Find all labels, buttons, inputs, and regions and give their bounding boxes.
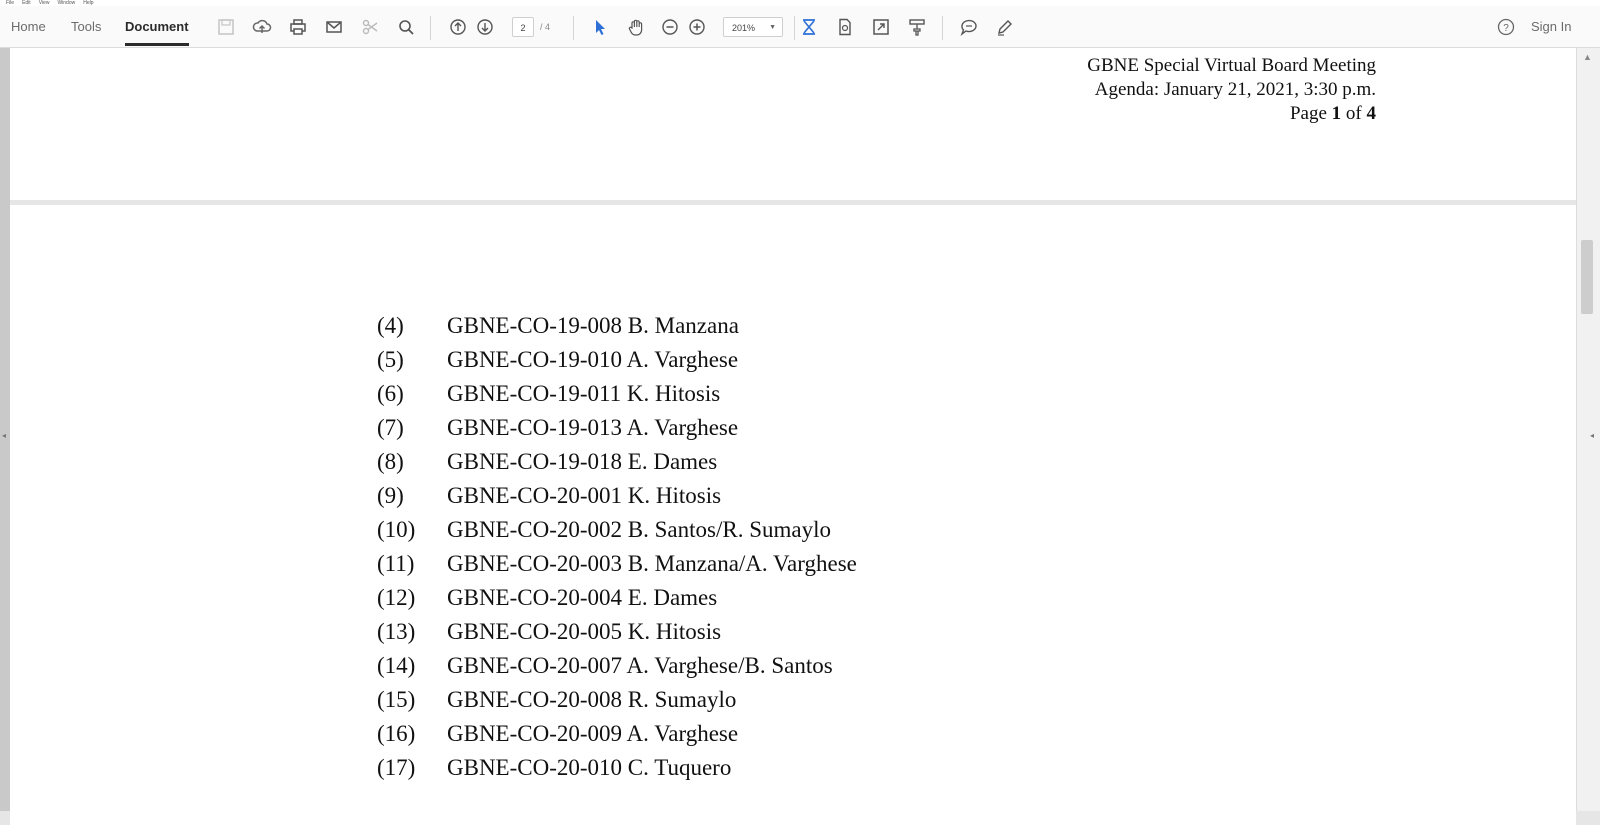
list-item: (11) GBNE-CO-20-003 B. Manzana/A. Varghes… — [377, 549, 857, 579]
vertical-scrollbar[interactable]: ▲ — [1576, 48, 1600, 811]
scroll-mode-icon[interactable] — [833, 15, 857, 39]
separator — [573, 16, 574, 40]
zoom-level-value: 201% — [732, 23, 756, 33]
page-current-number: 1 — [1331, 103, 1342, 124]
page-number-input[interactable]: 2 — [512, 17, 534, 37]
page-header: GBNE Special Virtual Board Meeting Agend… — [1087, 54, 1376, 126]
item-number: (12) — [377, 585, 416, 610]
scrollbar-thumb[interactable] — [1581, 240, 1593, 314]
item-text: GBNE-CO-20-008 R. Sumaylo — [447, 687, 737, 712]
page-up-icon[interactable] — [446, 15, 470, 39]
sign-in-link[interactable]: Sign In — [1531, 6, 1571, 48]
list-item: (17) GBNE-CO-20-010 C. Tuquero — [377, 753, 731, 783]
list-item: (15) GBNE-CO-20-008 R. Sumaylo — [377, 685, 736, 715]
scroll-up-icon[interactable]: ▲ — [1583, 52, 1592, 62]
list-item: (14) GBNE-CO-20-007 A. Varghese/B. Santos — [377, 651, 833, 681]
item-number: (14) — [377, 653, 416, 678]
highlight-icon[interactable] — [905, 15, 929, 39]
item-number: (7) — [377, 415, 404, 440]
item-number: (4) — [377, 313, 404, 338]
tab-document[interactable]: Document — [125, 6, 189, 48]
zoom-in-icon[interactable] — [685, 15, 709, 39]
comment-icon[interactable] — [957, 15, 981, 39]
chevron-down-icon: ▼ — [769, 24, 776, 31]
full-screen-icon[interactable] — [869, 15, 893, 39]
right-panel-expand-icon[interactable]: ◂ — [1590, 431, 1594, 440]
item-number: (6) — [377, 381, 404, 406]
list-item: (10) GBNE-CO-20-002 B. Santos/R. Sumaylo — [377, 515, 831, 545]
item-text: GBNE-CO-20-002 B. Santos/R. Sumaylo — [447, 517, 831, 542]
list-item: (7) GBNE-CO-19-013 A. Varghese — [377, 413, 738, 443]
item-text: GBNE-CO-19-011 K. Hitosis — [447, 381, 721, 406]
item-text: GBNE-CO-19-018 E. Dames — [447, 449, 718, 474]
left-panel-strip — [0, 48, 10, 811]
zoom-out-icon[interactable] — [658, 15, 682, 39]
item-number: (15) — [377, 687, 416, 712]
item-text: GBNE-CO-20-001 K. Hitosis — [447, 483, 722, 508]
zoom-level-select[interactable]: 201% ▼ — [723, 17, 783, 37]
page-total: / 4 — [540, 22, 551, 32]
search-icon[interactable] — [394, 15, 418, 39]
item-number: (10) — [377, 517, 416, 542]
item-number: (13) — [377, 619, 416, 644]
item-text: GBNE-CO-19-013 A. Varghese — [447, 415, 739, 440]
mail-icon[interactable] — [322, 15, 346, 39]
hand-icon[interactable] — [624, 15, 648, 39]
tab-tools[interactable]: Tools — [71, 6, 101, 48]
pen-icon[interactable] — [993, 15, 1017, 39]
item-number: (11) — [377, 551, 415, 576]
list-item: (9) GBNE-CO-20-001 K. Hitosis — [377, 481, 721, 511]
item-text: GBNE-CO-19-008 B. Manzana — [447, 313, 739, 338]
item-text: GBNE-CO-19-010 A. Varghese — [447, 347, 739, 372]
item-number: (16) — [377, 721, 416, 746]
meeting-title: GBNE Special Virtual Board Meeting — [1087, 55, 1376, 76]
item-text: GBNE-CO-20-009 A. Varghese — [447, 721, 739, 746]
list-item: (5) GBNE-CO-19-010 A. Varghese — [377, 345, 738, 375]
list-item: (4) GBNE-CO-19-008 B. Manzana — [377, 311, 739, 341]
separator — [942, 16, 943, 40]
page-down-icon[interactable] — [473, 15, 497, 39]
of-word: of — [1345, 103, 1362, 124]
item-number: (17) — [377, 755, 416, 780]
list-item: (12) GBNE-CO-20-004 E. Dames — [377, 583, 717, 613]
list-item: (13) GBNE-CO-20-005 K. Hitosis — [377, 617, 721, 647]
item-number: (9) — [377, 483, 404, 508]
list-item: (6) GBNE-CO-19-011 K. Hitosis — [377, 379, 720, 409]
scissors-icon[interactable] — [358, 15, 382, 39]
print-icon[interactable] — [286, 15, 310, 39]
item-text: GBNE-CO-20-004 E. Dames — [447, 585, 718, 610]
list-item: (8) GBNE-CO-19-018 E. Dames — [377, 447, 717, 477]
separator — [794, 16, 795, 40]
toolbar: Home Tools Document 2 / 4 201% ▼ ? Sign … — [0, 6, 1600, 48]
document-viewport[interactable]: ◂ GBNE Special Virtual Board Meeting Age… — [0, 48, 1600, 825]
page-word: Page — [1289, 103, 1327, 124]
cloud-upload-icon[interactable] — [250, 15, 274, 39]
fit-page-icon[interactable] — [797, 15, 821, 39]
item-number: (5) — [377, 347, 404, 372]
separator — [430, 16, 431, 40]
left-panel-expand-icon[interactable]: ◂ — [2, 431, 6, 440]
list-item: (16) GBNE-CO-20-009 A. Varghese — [377, 719, 738, 749]
item-text: GBNE-CO-20-007 A. Varghese/B. Santos — [447, 653, 833, 678]
item-text: GBNE-CO-20-010 C. Tuquero — [447, 755, 732, 780]
item-text: GBNE-CO-20-005 K. Hitosis — [447, 619, 722, 644]
page-count-text: Page 1 of 4 — [1087, 102, 1376, 126]
item-number: (8) — [377, 449, 404, 474]
svg-text:?: ? — [1503, 23, 1509, 34]
agenda-date: Agenda: January 21, 2021, 3:30 p.m. — [1094, 79, 1376, 100]
page-total-number: 4 — [1366, 103, 1377, 124]
select-cursor-icon[interactable] — [588, 15, 612, 39]
pdf-page-1: GBNE Special Virtual Board Meeting Agend… — [10, 48, 1576, 200]
help-icon[interactable]: ? — [1494, 15, 1518, 39]
item-text: GBNE-CO-20-003 B. Manzana/A. Varghese — [447, 551, 857, 576]
save-icon[interactable] — [214, 15, 238, 39]
tab-home[interactable]: Home — [11, 6, 46, 48]
pdf-page-2: (4) GBNE-CO-19-008 B. Manzana (5) GBNE-CO-… — [10, 205, 1576, 825]
